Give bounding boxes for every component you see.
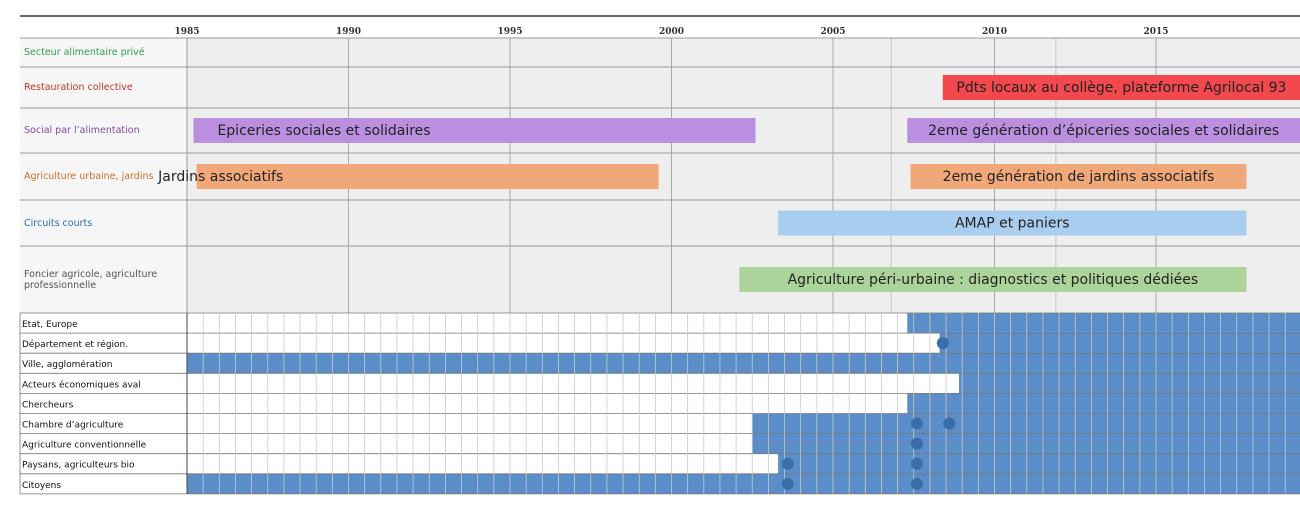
domain-label: Foncier agricole, agriculture profession… (24, 268, 158, 291)
timeline-bar-label: Agriculture péri-urbaine : diagnostics e… (788, 272, 1199, 288)
timeline-bar-label: Jardins associatifs (157, 169, 283, 185)
year-tick-label: 2005 (820, 27, 845, 37)
domain-label-box: Secteur alimentaire privé (24, 47, 145, 58)
actor-activity-bar (778, 453, 1300, 474)
actor-activity-bar (752, 433, 1300, 454)
year-tick-label: 1990 (336, 27, 361, 37)
actor-label: Chambre d’agriculture (22, 421, 124, 431)
actor-activity-bar (958, 373, 1300, 394)
timeline-bar-label: 2eme génération de jardins associatifs (943, 169, 1215, 185)
domain-label: Social par l’alimentation (24, 125, 140, 136)
actor-activity-bar (187, 473, 1300, 494)
event-dot (910, 457, 923, 470)
actor-activity-bar (752, 413, 1300, 434)
event-dot (910, 417, 923, 430)
actor-label: Département et région. (22, 339, 128, 350)
actor-activity-bar (907, 313, 1300, 334)
domain-label-box: Circuits courts (24, 217, 93, 229)
actor-label: Acteurs économiques aval (22, 379, 141, 390)
timeline-bar-label: Epiceries sociales et solidaires (217, 123, 430, 139)
domain-label: Restauration collective (24, 82, 133, 93)
year-tick-label: 1995 (497, 27, 522, 37)
timeline-bar-label: 2eme génération d’épiceries sociales et … (928, 123, 1279, 139)
event-dot (781, 457, 794, 470)
event-dot (910, 477, 923, 490)
year-tick-label: 2010 (982, 27, 1007, 37)
actor-label: Chercheurs (22, 400, 74, 410)
domain-label: Circuits courts (24, 217, 93, 229)
domain-label-box: Restauration collective (24, 82, 133, 93)
timeline-diagram: 1985 1990 1995 2000 2005 2010 2015 Secteur alim… (19, 15, 1300, 495)
event-dot (910, 437, 923, 450)
actor-activity-bar (187, 353, 1300, 374)
domain-label-box: Social par l’alimentation (24, 125, 140, 136)
year-tick-label: 2000 (659, 27, 684, 37)
actor-label: Etat, Europe (22, 320, 78, 330)
domain-label: Secteur alimentaire privé (24, 47, 145, 58)
event-dot (781, 477, 794, 490)
timeline-bar-label: AMAP et paniers (955, 216, 1070, 232)
actor-label: Citoyens (22, 481, 61, 491)
actor-label: Agriculture conventionnelle (22, 441, 147, 451)
event-dot (936, 337, 949, 350)
year-tick-label: 2015 (1143, 27, 1168, 37)
timeline-bar-label: Pdts locaux au collège, plateforme Agril… (956, 80, 1286, 96)
actor-activity-bar (939, 333, 1300, 354)
actor-label: Paysans, agriculteurs bio (22, 461, 135, 471)
actor-label: Ville, agglomération (22, 359, 112, 370)
actor-activity-bar (907, 393, 1300, 414)
event-dot (943, 417, 956, 430)
year-tick-label: 1985 (174, 27, 199, 37)
domain-label-box: Foncier agricole, agriculture profession… (24, 268, 158, 291)
